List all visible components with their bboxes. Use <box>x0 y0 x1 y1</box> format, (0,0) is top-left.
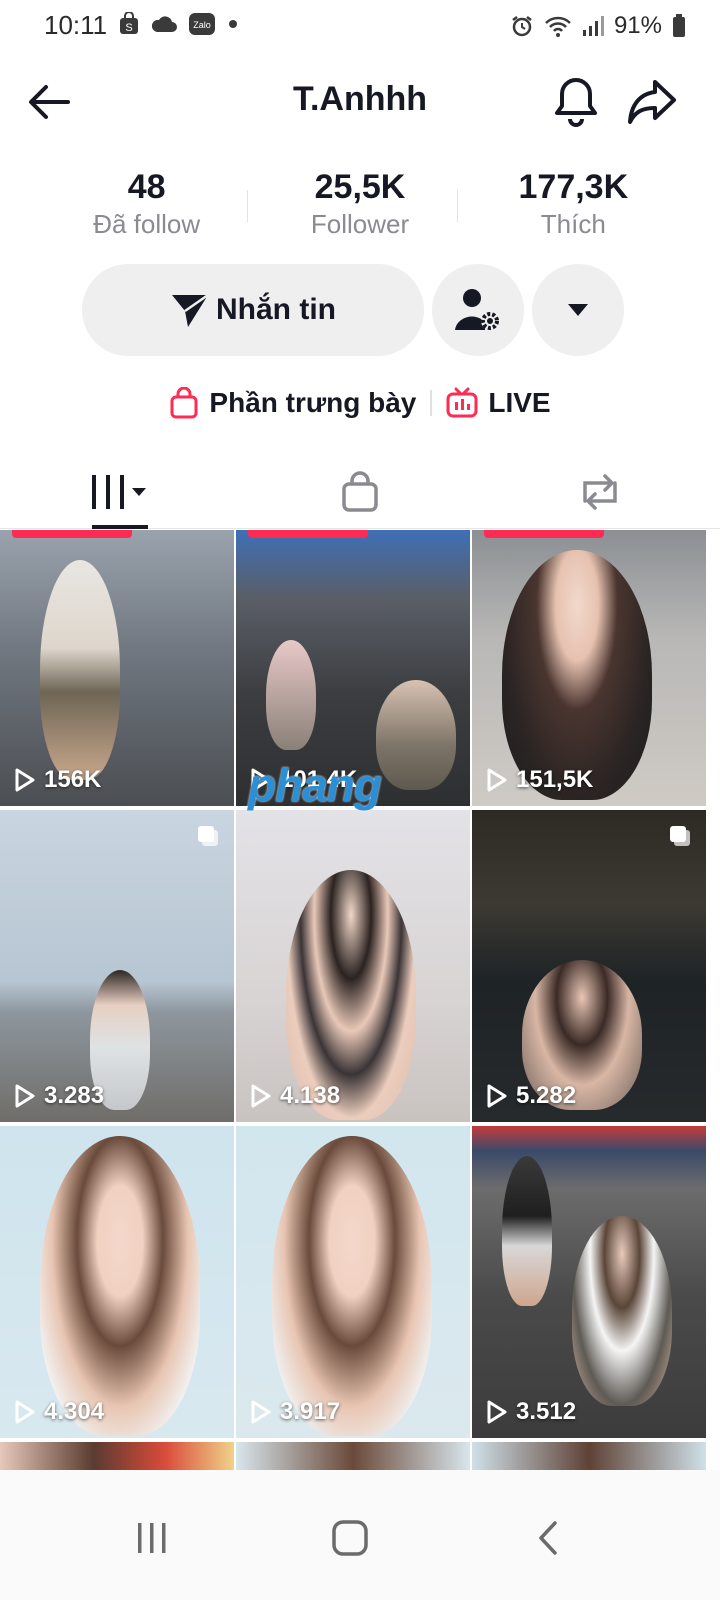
system-nav-bar <box>0 1470 720 1600</box>
showcase-link[interactable]: Phần trưng bày <box>169 387 416 419</box>
video-thumbnail[interactable]: 156K <box>0 530 234 806</box>
battery-percent: 91% <box>613 12 662 39</box>
home-button[interactable] <box>310 1498 390 1578</box>
tab-shop[interactable] <box>240 456 480 528</box>
tab-videos[interactable] <box>0 456 240 529</box>
profile-stats: 48 Đã follow 25,5K Follower 177,3K Thích <box>40 168 680 248</box>
send-icon <box>172 293 209 327</box>
alarm-icon <box>512 16 532 37</box>
share-icon <box>628 80 676 124</box>
video-thumbnail[interactable]: 4.138 <box>236 810 470 1122</box>
pinned-tag <box>484 530 604 538</box>
view-count: 4.304 <box>14 1398 104 1426</box>
pinned-tag <box>12 530 132 538</box>
system-back-button[interactable] <box>508 1498 588 1578</box>
following-label: Đã follow <box>93 209 201 239</box>
showcase-label: Phần trưng bày <box>209 387 417 418</box>
person-gear-icon <box>455 289 499 330</box>
following-count: 48 <box>127 168 166 206</box>
status-left-icons: S Zalo <box>118 12 240 36</box>
link-divider <box>430 390 433 416</box>
pinned-tag <box>248 530 368 538</box>
content-tabs <box>0 456 720 529</box>
play-icon <box>15 1400 35 1424</box>
view-count: 3.283 <box>14 1082 104 1110</box>
followers-count: 25,5K <box>314 168 406 206</box>
likes-count: 177,3K <box>518 168 629 206</box>
dot-icon <box>229 20 237 28</box>
bell-icon <box>555 78 597 127</box>
repost-icon <box>583 474 617 510</box>
video-thumbnail[interactable]: 151,5K <box>472 530 706 806</box>
play-icon <box>251 1084 271 1108</box>
stat-divider <box>457 190 458 222</box>
stat-followers[interactable]: 25,5K Follower <box>253 168 466 248</box>
cloud-icon <box>151 16 177 32</box>
view-count: 4.138 <box>250 1082 340 1110</box>
recent-apps-button[interactable] <box>112 1498 192 1578</box>
stat-following[interactable]: 48 Đã follow <box>40 168 253 248</box>
recent-apps-icon <box>138 1523 166 1553</box>
status-time: 10:11 <box>44 10 108 40</box>
video-thumbnail[interactable]: 3.283 <box>0 810 234 1122</box>
video-thumbnail[interactable]: 5.282 <box>472 810 706 1122</box>
play-icon <box>487 768 507 792</box>
tab-reposts[interactable] <box>480 456 720 528</box>
live-label: LIVE <box>488 387 551 418</box>
video-thumbnail[interactable]: 3.917 <box>236 1126 470 1438</box>
photo-carousel-icon <box>196 824 220 848</box>
home-icon <box>332 1520 368 1556</box>
page-title: T.Anhhh <box>292 80 428 118</box>
stat-likes[interactable]: 177,3K Thích <box>467 168 680 248</box>
zalo-icon: Zalo <box>189 13 215 35</box>
video-thumbnail[interactable] <box>236 1442 470 1470</box>
view-count: 3.512 <box>486 1398 576 1426</box>
video-thumbnail[interactable] <box>0 1442 234 1470</box>
live-link[interactable]: LIVE <box>446 387 551 419</box>
notification-button[interactable] <box>550 74 602 130</box>
battery-icon <box>673 14 685 37</box>
message-button[interactable]: Nhắn tin <box>82 264 424 356</box>
view-count: 5.282 <box>486 1082 576 1110</box>
stat-divider <box>247 190 248 222</box>
shop-icon: S <box>120 12 138 34</box>
view-count: 151,5K <box>486 766 593 794</box>
status-right-icons: 91% <box>510 12 686 40</box>
followers-label: Follower <box>310 209 410 239</box>
profile-header: T.Anhhh <box>0 60 720 140</box>
likes-label: Thích <box>540 209 606 239</box>
play-icon <box>251 1400 271 1424</box>
signal-icon <box>582 16 604 36</box>
more-options-button[interactable] <box>532 264 624 356</box>
video-grid: 156K 101,4K 151,5K 3.283 4.138 5.282 4.3… <box>0 530 720 1470</box>
svg-text:S: S <box>125 22 132 34</box>
svg-text:Zalo: Zalo <box>193 20 211 30</box>
shopping-bag-icon <box>170 387 198 419</box>
chevron-left-icon <box>539 1521 557 1555</box>
friend-settings-button[interactable] <box>432 264 524 356</box>
video-thumbnail[interactable]: 4.304 <box>0 1126 234 1438</box>
play-icon <box>15 768 35 792</box>
profile-links: Phần trưng bày LIVE <box>0 380 720 426</box>
wifi-icon <box>545 16 571 37</box>
video-thumbnail[interactable]: 3.512 <box>472 1126 706 1438</box>
caret-down-icon <box>568 304 588 316</box>
view-count: 156K <box>14 766 101 794</box>
play-icon <box>15 1084 35 1108</box>
watermark-text: phang <box>248 759 382 811</box>
grid-icon <box>92 475 146 509</box>
video-thumbnail[interactable] <box>472 1442 706 1470</box>
tab-indicator <box>92 525 148 529</box>
message-label: Nhắn tin <box>216 293 336 326</box>
view-count: 3.917 <box>250 1398 340 1426</box>
photo-carousel-icon <box>668 824 692 848</box>
status-bar: 10:11 S Zalo 91% <box>0 0 720 52</box>
shopping-bag-icon <box>342 471 378 512</box>
tv-icon <box>446 387 478 418</box>
play-icon <box>487 1084 507 1108</box>
play-icon <box>487 1400 507 1424</box>
share-button[interactable] <box>624 74 680 130</box>
